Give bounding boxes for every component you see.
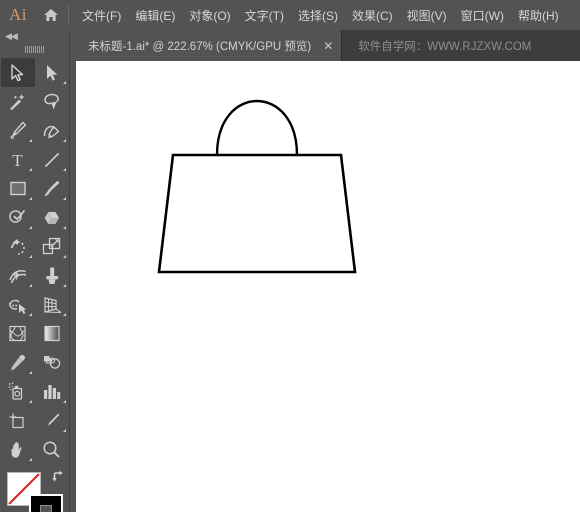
flyout-indicator-icon [62, 313, 66, 316]
menu-file[interactable]: 文件(F) [75, 3, 128, 28]
menu-object[interactable]: 对象(O) [182, 3, 237, 28]
flyout-indicator-icon [62, 284, 66, 287]
flyout-indicator-icon [28, 400, 32, 403]
rectangle-tool[interactable] [1, 174, 35, 203]
document-tab-bar: 未标题-1.ai* @ 222.67% (CMYK/GPU 预览) ✕ 软件自学… [76, 30, 580, 61]
home-icon[interactable] [36, 0, 66, 30]
flyout-indicator-icon [62, 400, 66, 403]
paintbrush-tool[interactable] [35, 174, 69, 203]
shaper-tool[interactable] [1, 203, 35, 232]
document-tab[interactable]: 未标题-1.ai* @ 222.67% (CMYK/GPU 预览) ✕ [76, 30, 343, 61]
symbol-sprayer-tool[interactable] [1, 377, 35, 406]
handbag-handle [215, 100, 299, 157]
gradient-tool[interactable] [35, 319, 69, 348]
menu-help[interactable]: 帮助(H) [511, 3, 566, 28]
panel-grip[interactable] [0, 43, 69, 56]
column-graph-tool[interactable] [35, 377, 69, 406]
selection-tool[interactable] [0, 58, 35, 87]
menu-divider [68, 6, 69, 24]
flyout-indicator-icon [28, 255, 32, 258]
width-tool[interactable] [1, 261, 35, 290]
zoom-tool[interactable] [35, 435, 69, 464]
flyout-indicator-icon [28, 168, 32, 171]
flyout-indicator-icon [62, 429, 66, 432]
eraser-tool[interactable] [35, 203, 69, 232]
menu-bar: Ai 文件(F) 编辑(E) 对象(O) 文字(T) 选择(S) 效果(C) 视… [0, 0, 580, 30]
lasso-tool[interactable] [35, 87, 69, 116]
handbag-drawing[interactable] [76, 61, 580, 512]
artboard-tool[interactable] [1, 406, 35, 435]
pen-tool[interactable] [1, 116, 35, 145]
svg-text:T: T [12, 151, 23, 168]
rotate-tool[interactable] [1, 232, 35, 261]
flyout-indicator-icon [62, 255, 66, 258]
flyout-indicator-icon [28, 139, 32, 142]
direct-selection-tool[interactable] [35, 58, 69, 87]
free-transform-tool[interactable] [35, 261, 69, 290]
line-segment-tool[interactable] [35, 145, 69, 174]
collapse-panel-icon[interactable]: ◀◀ [0, 30, 69, 43]
slice-tool[interactable] [35, 406, 69, 435]
type-tool[interactable]: T [1, 145, 35, 174]
flyout-indicator-icon [28, 458, 32, 461]
document-tab-title: 未标题-1.ai* @ 222.67% (CMYK/GPU 预览) [88, 40, 312, 53]
watermark-text: 软件自学网：WWW.RJZXW.COM [358, 40, 532, 53]
menu-type[interactable]: 文字(T) [238, 3, 291, 28]
menu-items: 文件(F) 编辑(E) 对象(O) 文字(T) 选择(S) 效果(C) 视图(V… [75, 3, 566, 28]
flyout-indicator-icon [28, 197, 32, 200]
magic-wand-tool[interactable] [1, 87, 35, 116]
tool-grid: T [0, 56, 69, 464]
flyout-indicator-icon [62, 139, 66, 142]
flyout-indicator-icon [28, 313, 32, 316]
artboard-canvas[interactable] [76, 61, 580, 512]
flyout-indicator-icon [28, 284, 32, 287]
blend-tool[interactable] [35, 348, 69, 377]
mesh-tool[interactable] [1, 319, 35, 348]
menu-effect[interactable]: 效果(C) [345, 3, 400, 28]
close-icon[interactable]: ✕ [323, 40, 333, 52]
illustrator-window: Ai 文件(F) 编辑(E) 对象(O) 文字(T) 选择(S) 效果(C) 视… [0, 0, 580, 512]
flyout-indicator-icon [62, 168, 66, 171]
swap-fill-stroke-icon[interactable] [51, 470, 65, 484]
stroke-swatch[interactable] [28, 494, 63, 512]
tools-panel: ◀◀ T [0, 30, 70, 512]
menu-window[interactable]: 窗口(W) [454, 3, 511, 28]
stroke-swatch-inner [39, 505, 52, 512]
flyout-indicator-icon [28, 371, 32, 374]
curvature-tool[interactable] [35, 116, 69, 145]
ai-logo: Ai [9, 5, 27, 24]
perspective-grid-tool[interactable] [35, 290, 69, 319]
menu-view[interactable]: 视图(V) [400, 3, 454, 28]
eyedropper-tool[interactable] [1, 348, 35, 377]
menu-edit[interactable]: 编辑(E) [128, 3, 182, 28]
shape-builder-tool[interactable] [1, 290, 35, 319]
flyout-indicator-icon [62, 226, 66, 229]
flyout-indicator-icon [62, 81, 66, 84]
scale-tool[interactable] [35, 232, 69, 261]
flyout-indicator-icon [28, 226, 32, 229]
menu-select[interactable]: 选择(S) [291, 3, 345, 28]
flyout-indicator-icon [62, 197, 66, 200]
handbag-body [157, 153, 357, 274]
hand-tool[interactable] [1, 435, 35, 464]
fill-stroke-control [5, 470, 65, 512]
